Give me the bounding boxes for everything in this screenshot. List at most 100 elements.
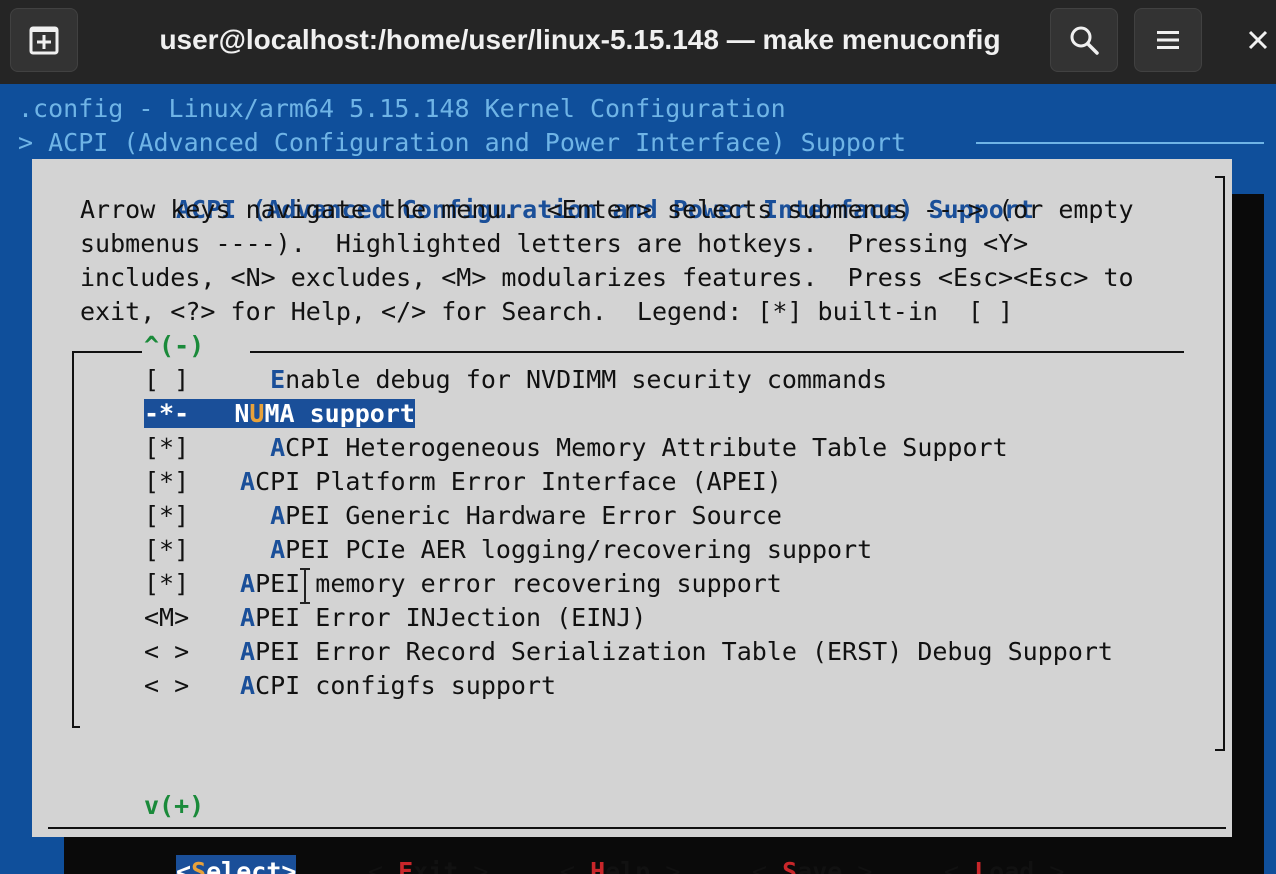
button-hotkey: L <box>974 857 990 874</box>
menu-item-hotkey: A <box>270 433 286 462</box>
search-icon <box>1070 26 1099 55</box>
menu-item-label: PEI PCIe AER logging/recovering support <box>285 535 873 564</box>
button-open: < <box>752 857 783 874</box>
button-hotkey: S <box>782 857 798 874</box>
menu-item-state: [*] <box>144 501 190 530</box>
button-rest: elp <box>605 857 651 874</box>
menu-box-border <box>250 351 1184 353</box>
help-line-2: submenus ----). Highlighted letters are … <box>80 229 1029 258</box>
button-close: > <box>650 857 681 874</box>
help-line-1: Arrow keys navigate the menu. <Enter> se… <box>80 195 1134 224</box>
menu-item[interactable]: < > APEI Error Record Serialization Table… <box>144 635 1113 669</box>
menu-item-label: MA support <box>264 399 415 428</box>
config-title: .config - Linux/arm64 5.15.148 Kernel Co… <box>18 94 786 123</box>
button-close: > <box>458 857 489 874</box>
menu-item-label: nable debug for NVDIMM security commands <box>285 365 888 394</box>
button-hotkey: H <box>590 857 606 874</box>
menu-item-hotkey: A <box>240 671 256 700</box>
menu-item-state: [*] <box>144 433 190 462</box>
breadcrumb: > ACPI (Advanced Configuration and Power… <box>18 128 907 157</box>
breadcrumb-rule <box>976 142 1264 144</box>
menu-box-border <box>72 726 80 728</box>
menu-item-state: -*- <box>144 399 190 428</box>
menu-item-selected-highlight: -*- NUMA support <box>144 399 415 428</box>
scroll-down-indicator[interactable]: v(+) <box>144 789 204 823</box>
menu-item-hotkey: A <box>240 603 256 632</box>
menu-item-hotkey: E <box>270 365 286 394</box>
menu-item[interactable]: [*] APEI Generic Hardware Error Source <box>144 499 782 533</box>
menu-item-label: CPI configfs support <box>255 671 557 700</box>
help-line-4: exit, <?> for Help, </> for Search. Lege… <box>80 297 1014 326</box>
menu-item-hotkey: A <box>240 569 256 598</box>
menu-box-border <box>72 351 142 353</box>
menu-item-label: PEI Error Record Serialization Table (ER… <box>255 637 1113 666</box>
load-button[interactable]: < Load > <box>944 855 1064 874</box>
menu-item-label: PEI Generic Hardware Error Source <box>285 501 782 530</box>
menu-item[interactable]: <M> APEI Error INJection (EINJ) <box>144 601 646 635</box>
menu-item-state: <M> <box>144 603 190 632</box>
button-hotkey: E <box>398 857 414 874</box>
menu-item-indent <box>240 535 270 564</box>
select-button[interactable]: <Select> <box>176 855 297 874</box>
hamburger-menu-icon <box>1157 31 1179 49</box>
frame-right-border <box>1223 176 1225 750</box>
menu-item-state: < > <box>144 671 190 700</box>
window-title: user@localhost:/home/user/linux-5.15.148… <box>159 24 1001 55</box>
menu-item[interactable]: [*] ACPI Platform Error Interface (APEI) <box>144 465 782 499</box>
search-button[interactable] <box>1050 8 1118 72</box>
help-button[interactable]: < Help > <box>560 855 680 874</box>
menu-item-label: PEI memory error recovering support <box>255 569 782 598</box>
frame-tick <box>1215 749 1225 751</box>
button-rest: elect <box>206 857 282 874</box>
button-hotkey: S <box>191 857 207 874</box>
menu-item[interactable]: [ ] Enable debug for NVDIMM security com… <box>144 363 887 397</box>
new-tab-button[interactable] <box>10 8 78 72</box>
scroll-up-indicator[interactable]: ^(-) <box>144 329 204 363</box>
menu-item-state: [ ] <box>144 365 190 394</box>
menu-item-state: [*] <box>144 569 190 598</box>
button-open: < <box>176 857 192 874</box>
menu-item-state: [*] <box>144 467 190 496</box>
menu-item-label-prefix: N <box>234 399 250 428</box>
help-line-3: includes, <N> excludes, <M> modularizes … <box>80 263 1134 292</box>
dialog-title-row: ACPI (Advanced Configuration and Power I… <box>32 159 1232 224</box>
menu-item-label: CPI Platform Error Interface (APEI) <box>255 467 782 496</box>
exit-button[interactable]: < Exit > <box>368 855 488 874</box>
menu-item-hotkey: A <box>270 535 286 564</box>
button-close: > <box>1034 857 1065 874</box>
menu-item[interactable]: < > ACPI configfs support <box>144 669 556 703</box>
menu-box-border <box>72 351 74 728</box>
menu-item-hotkey: A <box>240 467 256 496</box>
close-icon <box>1248 30 1268 50</box>
terminal-area[interactable]: .config - Linux/arm64 5.15.148 Kernel Co… <box>0 84 1276 874</box>
menu-item[interactable]: [*] APEI PCIe AER logging/recovering sup… <box>144 533 872 567</box>
menu-item-hotkey: A <box>270 501 286 530</box>
button-rest: oad <box>989 857 1035 874</box>
button-rest: xit <box>413 857 459 874</box>
menu-item-indent <box>240 501 270 530</box>
button-close: > <box>842 857 873 874</box>
menu-item[interactable]: [*] APEI memory error recovering support <box>144 567 782 601</box>
button-close: > <box>281 857 297 874</box>
menu-item[interactable]: -*- NUMA support <box>144 397 415 431</box>
menu-item-label: CPI Heterogeneous Memory Attribute Table… <box>285 433 1008 462</box>
button-open: < <box>368 857 399 874</box>
menu-item-state: [*] <box>144 535 190 564</box>
button-rest: ave <box>797 857 843 874</box>
new-tab-icon <box>29 26 59 55</box>
menu-item-indent <box>240 433 270 462</box>
frame-bottom-border <box>48 827 1226 829</box>
menuconfig-dialog: ACPI (Advanced Configuration and Power I… <box>32 159 1232 874</box>
hamburger-menu-button[interactable] <box>1134 8 1202 72</box>
menu-item[interactable]: [*] ACPI Heterogeneous Memory Attribute … <box>144 431 1008 465</box>
menu-item-hotkey: U <box>249 399 265 428</box>
menu-item-hotkey: A <box>240 637 256 666</box>
text-cursor-icon <box>300 568 310 604</box>
button-open: < <box>944 857 975 874</box>
button-open: < <box>560 857 591 874</box>
menu-item-label: PEI Error INJection (EINJ) <box>255 603 647 632</box>
save-button[interactable]: < Save > <box>752 855 872 874</box>
window-titlebar: user@localhost:/home/user/linux-5.15.148… <box>0 0 1276 84</box>
close-button[interactable] <box>1240 8 1276 72</box>
menu-item-state: < > <box>144 637 190 666</box>
